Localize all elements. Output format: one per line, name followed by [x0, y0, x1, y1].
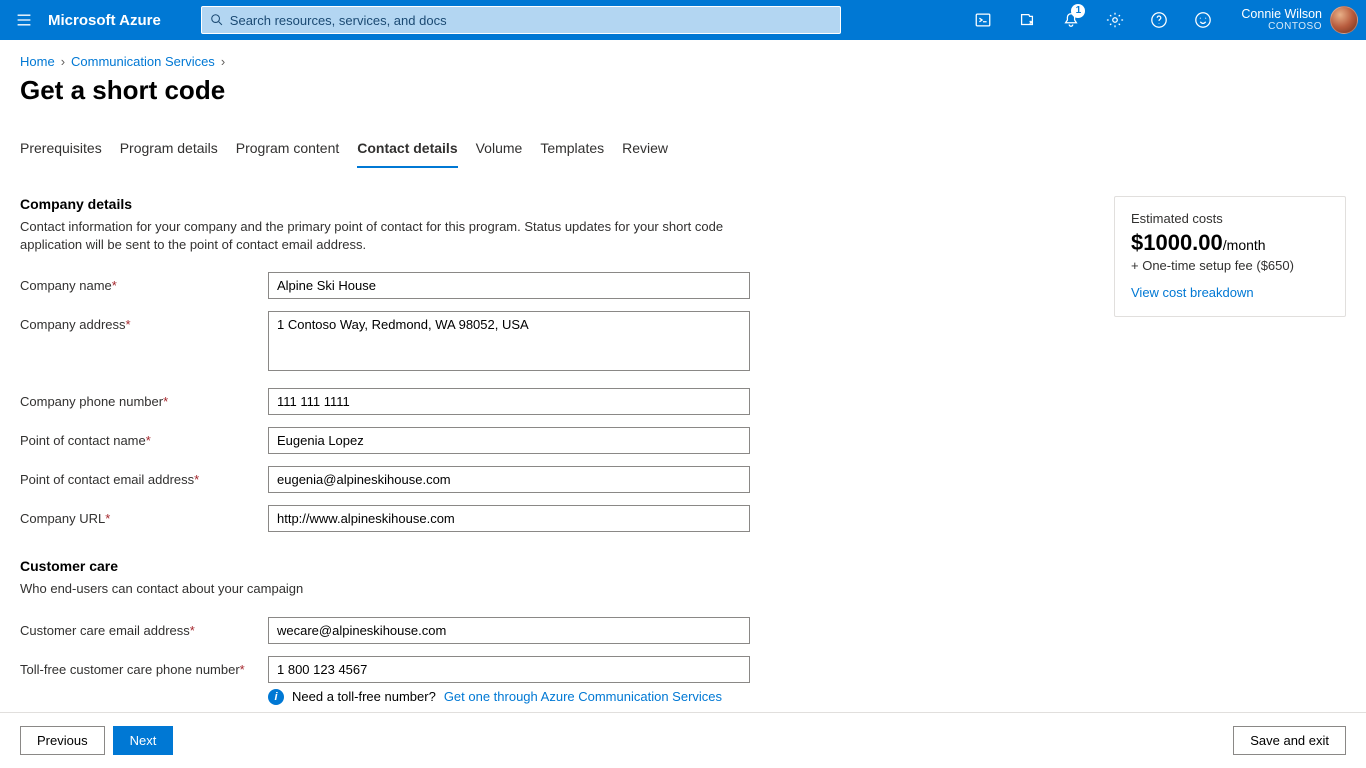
cost-fee: + One-time setup fee ($650)	[1131, 258, 1329, 273]
tab-contact-details[interactable]: Contact details	[357, 134, 457, 168]
company-name-input[interactable]	[268, 272, 750, 299]
customer-care-heading: Customer care	[20, 558, 780, 574]
tollfree-label: Toll-free customer care phone number*	[20, 656, 268, 677]
tab-templates[interactable]: Templates	[540, 134, 604, 168]
company-details-heading: Company details	[20, 196, 780, 212]
save-exit-button[interactable]: Save and exit	[1233, 726, 1346, 755]
previous-button[interactable]: Previous	[20, 726, 105, 755]
company-details-desc: Contact information for your company and…	[20, 218, 740, 254]
company-url-input[interactable]	[268, 505, 750, 532]
cost-card: Estimated costs $1000.00/month + One-tim…	[1114, 196, 1346, 317]
menu-button[interactable]	[0, 12, 48, 28]
hint-text: Need a toll-free number?	[292, 689, 436, 704]
tab-program-content[interactable]: Program content	[236, 134, 340, 168]
feedback-icon[interactable]	[1181, 0, 1225, 40]
cost-breakdown-link[interactable]: View cost breakdown	[1131, 285, 1254, 300]
settings-icon[interactable]	[1093, 0, 1137, 40]
user-name: Connie Wilson	[1241, 7, 1322, 21]
customer-care-desc: Who end-users can contact about your cam…	[20, 580, 740, 598]
poc-name-input[interactable]	[268, 427, 750, 454]
tab-volume[interactable]: Volume	[476, 134, 523, 168]
global-search[interactable]	[201, 6, 841, 34]
tab-review[interactable]: Review	[622, 134, 668, 168]
next-button[interactable]: Next	[113, 726, 174, 755]
info-icon: i	[268, 689, 284, 705]
cost-price: $1000.00/month	[1131, 230, 1329, 256]
directories-icon[interactable]	[1005, 0, 1049, 40]
chevron-right-icon: ›	[61, 54, 65, 69]
breadcrumb: Home › Communication Services ›	[20, 54, 1346, 69]
avatar	[1330, 6, 1358, 34]
company-name-label: Company name*	[20, 272, 268, 293]
notification-badge: 1	[1071, 4, 1085, 18]
hint-link[interactable]: Get one through Azure Communication Serv…	[444, 689, 722, 704]
tollfree-input[interactable]	[268, 656, 750, 683]
wizard-tabs: Prerequisites Program details Program co…	[20, 134, 1346, 168]
company-url-label: Company URL*	[20, 505, 268, 526]
poc-email-input[interactable]	[268, 466, 750, 493]
search-icon	[210, 13, 224, 27]
poc-email-label: Point of contact email address*	[20, 466, 268, 487]
tab-prerequisites[interactable]: Prerequisites	[20, 134, 102, 168]
cloud-shell-icon[interactable]	[961, 0, 1005, 40]
help-icon[interactable]	[1137, 0, 1181, 40]
poc-name-label: Point of contact name*	[20, 427, 268, 448]
company-phone-label: Company phone number*	[20, 388, 268, 409]
chevron-right-icon: ›	[221, 54, 225, 69]
search-input[interactable]	[230, 13, 832, 28]
company-phone-input[interactable]	[268, 388, 750, 415]
breadcrumb-service[interactable]: Communication Services	[71, 54, 215, 69]
brand-label: Microsoft Azure	[48, 12, 181, 29]
care-email-input[interactable]	[268, 617, 750, 644]
company-address-input[interactable]	[268, 311, 750, 371]
tollfree-hint: i Need a toll-free number? Get one throu…	[268, 689, 780, 705]
company-address-label: Company address*	[20, 311, 268, 332]
tab-program-details[interactable]: Program details	[120, 134, 218, 168]
page-title: Get a short code	[20, 75, 1346, 106]
cost-title: Estimated costs	[1131, 211, 1329, 226]
wizard-footer: Previous Next Save and exit	[0, 712, 1366, 768]
breadcrumb-home[interactable]: Home	[20, 54, 55, 69]
notifications-icon[interactable]: 1	[1049, 0, 1093, 40]
account-button[interactable]: Connie Wilson CONTOSO	[1225, 6, 1366, 34]
tenant-name: CONTOSO	[1241, 21, 1322, 33]
top-bar: Microsoft Azure 1 Connie Wilson CONTOSO	[0, 0, 1366, 40]
care-email-label: Customer care email address*	[20, 617, 268, 638]
